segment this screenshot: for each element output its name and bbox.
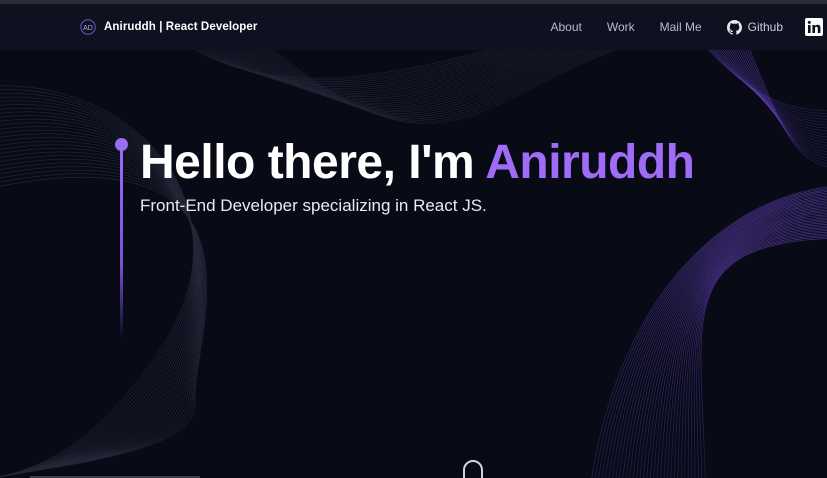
brand-name: Aniruddh | React Developer (104, 21, 258, 33)
brand-logo-icon: AD (80, 19, 96, 35)
nav-links: About Work Mail Me Github (550, 17, 827, 37)
scroll-down-indicator[interactable] (463, 460, 483, 478)
nav-link-work[interactable]: Work (607, 20, 635, 34)
wave-lines-background (0, 50, 827, 478)
github-icon (726, 19, 742, 35)
hero-title: Hello there, I'm Aniruddh (140, 136, 695, 190)
hero-subtitle: Front-End Developer specializing in Reac… (140, 196, 487, 215)
linkedin-icon[interactable] (805, 18, 823, 36)
nav-link-about[interactable]: About (550, 20, 581, 34)
brand[interactable]: AD Aniruddh | React Developer (80, 17, 257, 37)
svg-text:AD: AD (83, 25, 93, 32)
nav-link-mail-me[interactable]: Mail Me (660, 20, 702, 34)
page: AD Aniruddh | React Developer About Work… (0, 0, 827, 478)
github-label: Github (747, 20, 783, 34)
hero-title-name: Aniruddh (485, 136, 695, 189)
timeline-line (120, 148, 123, 340)
navbar: AD Aniruddh | React Developer About Work… (0, 4, 827, 50)
hero-title-prefix: Hello there, I'm (140, 136, 486, 189)
nav-github-link[interactable]: Github (726, 19, 783, 35)
